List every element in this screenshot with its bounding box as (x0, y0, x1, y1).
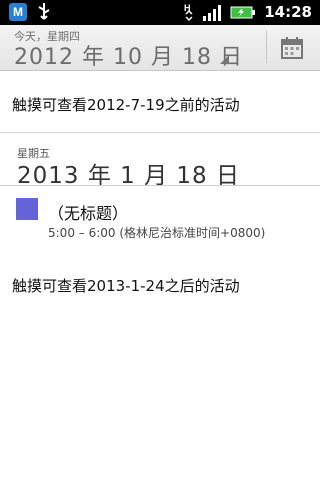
divider (0, 132, 320, 133)
svg-text:M: M (13, 5, 23, 19)
dropdown-arrow-icon[interactable] (220, 55, 229, 64)
usb-icon (38, 3, 50, 20)
app-notification-icon: M (9, 3, 27, 21)
header-divider (266, 31, 267, 63)
day-divider (0, 185, 320, 186)
event-title[interactable]: （无标题） (48, 200, 128, 224)
header-date[interactable]: 2012 年 10 月 18 日 (14, 39, 243, 71)
calendar-icon[interactable] (280, 36, 304, 60)
battery-icon (230, 6, 256, 19)
status-left-icons: M (8, 2, 52, 22)
event-color-swatch (16, 198, 38, 220)
status-right-icons: H 14:28 (184, 2, 312, 22)
load-later-events-link[interactable]: 触摸可查看2013-1-24之后的活动 (12, 275, 240, 296)
data-transfer-icon: H (184, 3, 193, 22)
clock-time: 14:28 (264, 3, 312, 21)
status-bar: M H 14:28 (0, 0, 320, 25)
signal-icon (203, 5, 222, 21)
load-earlier-events-link[interactable]: 触摸可查看2012-7-19之前的活动 (12, 94, 240, 115)
event-time: 5:00 – 6:00 (格林尼治标准时间+0800) (48, 226, 266, 240)
date-header[interactable]: 今天，星期四 2012 年 10 月 18 日 (0, 25, 320, 71)
